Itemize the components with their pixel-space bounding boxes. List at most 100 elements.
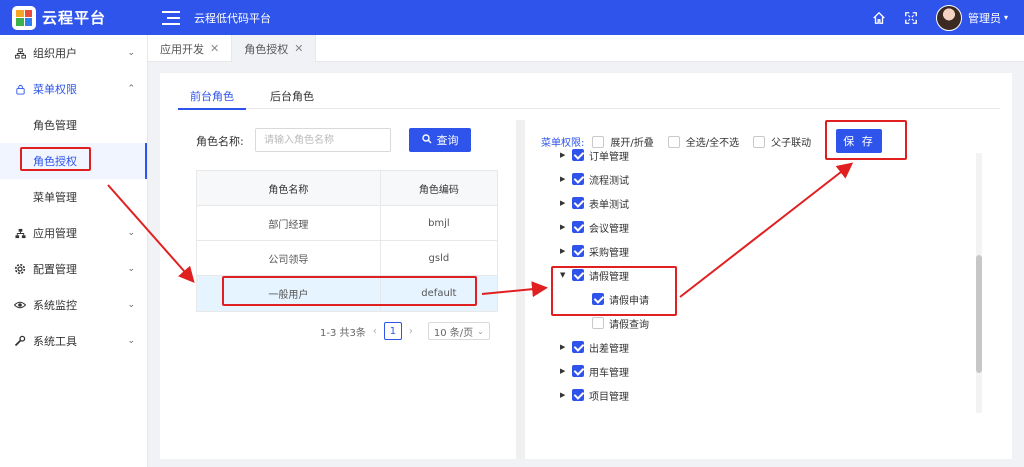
tree-child-node[interactable]: 请假查询 [580, 314, 649, 332]
tree-node[interactable]: ▶ 表单测试 [560, 194, 629, 212]
tree-node[interactable]: ▶ 流程测试 [560, 170, 629, 188]
annotation-box-selected-row [222, 276, 477, 306]
search-button[interactable]: 查询 [409, 128, 471, 152]
annotation-box-save [825, 120, 907, 160]
fullscreen-icon[interactable] [904, 11, 918, 25]
pagination-summary: 1-3 共3条 [320, 327, 366, 339]
search-icon [421, 133, 432, 147]
tab-app-development[interactable]: 应用开发 ✕ [148, 35, 233, 62]
chevron-down-icon: ⌄ [127, 300, 135, 310]
wrench-icon [14, 335, 26, 347]
annotation-box-sidebar [20, 147, 91, 171]
chevron-right-icon[interactable]: › [409, 326, 413, 337]
brand-name: 云程平台 [42, 9, 107, 27]
app-icon [14, 227, 26, 239]
caret-right-icon[interactable]: ▶ [560, 175, 570, 183]
sidebar-item-label: 应用管理 [33, 227, 77, 240]
sidebar-item-config-management[interactable]: 配置管理 ⌄ [0, 251, 147, 287]
caret-right-icon[interactable]: ▶ [560, 343, 570, 351]
sidebar-item-menu-permission[interactable]: 菜单权限 ⌃ [0, 71, 147, 107]
sidebar-subitem-label: 角色管理 [33, 119, 77, 132]
sidebar: 组织用户 ⌄ 菜单权限 ⌃ 角色管理 角色授权 菜单管理 应用管理 ⌄ 配置管理… [0, 35, 148, 467]
tree-node-checkbox[interactable] [592, 317, 604, 329]
user-name[interactable]: 管理员 [968, 10, 1001, 26]
tree-node-label: 项目管理 [589, 391, 629, 403]
close-icon[interactable]: ✕ [210, 42, 219, 55]
tree-node-label: 订单管理 [589, 151, 629, 163]
menu-toggle-icon[interactable] [162, 10, 180, 25]
panel-divider[interactable] [516, 120, 525, 459]
sidebar-item-label: 系统工具 [33, 335, 77, 348]
sidebar-item-app-management[interactable]: 应用管理 ⌄ [0, 215, 147, 251]
tree-node[interactable]: ▶ 出差管理 [560, 338, 629, 356]
tree-node[interactable]: ▶ 项目管理 [560, 386, 629, 404]
tree-scrollbar-thumb[interactable] [976, 255, 982, 373]
chevron-up-icon: ⌃ [127, 84, 135, 94]
avatar[interactable] [935, 4, 962, 31]
lock-icon [14, 83, 26, 95]
tree-node-checkbox[interactable] [572, 365, 584, 377]
chevron-down-icon: ⌄ [127, 264, 135, 274]
role-name-input[interactable] [255, 128, 391, 152]
page-size-select[interactable]: 10 条/页 ⌄ [427, 322, 490, 340]
role-type-tabs: 前台角色 后台角色 [178, 83, 1000, 110]
tree-node-checkbox[interactable] [572, 389, 584, 401]
role-name-label: 角色名称: [196, 135, 244, 148]
caret-down-icon[interactable]: ▾ [1004, 13, 1008, 22]
sidebar-item-label: 组织用户 [33, 47, 77, 60]
tree-node-checkbox[interactable] [572, 197, 584, 209]
chevron-down-icon: ⌄ [127, 48, 135, 58]
tab-front-roles[interactable]: 前台角色 [178, 83, 246, 110]
caret-right-icon[interactable]: ▶ [560, 391, 570, 399]
sidebar-item-label: 配置管理 [33, 263, 77, 276]
chevron-down-icon: ⌄ [477, 326, 484, 336]
sidebar-item-menu-management[interactable]: 菜单管理 [0, 179, 147, 215]
caret-right-icon[interactable]: ▶ [560, 151, 570, 159]
role-name-cell: 部门经理 [197, 206, 381, 240]
tree-node-label: 采购管理 [589, 247, 629, 259]
tree-node-label: 表单测试 [589, 199, 629, 211]
table-row[interactable]: 部门经理 bmjl [197, 206, 497, 241]
tab-label: 应用开发 [160, 42, 204, 56]
eye-icon [14, 299, 26, 311]
sidebar-item-system-tools[interactable]: 系统工具 ⌄ [0, 323, 147, 359]
tab-label: 角色授权 [244, 42, 289, 56]
tree-node-checkbox[interactable] [572, 245, 584, 257]
tree-node-checkbox[interactable] [572, 341, 584, 353]
tree-node[interactable]: ▶ 用车管理 [560, 362, 629, 380]
tree-node[interactable]: ▶ 会议管理 [560, 218, 629, 236]
home-icon[interactable] [872, 11, 886, 25]
sidebar-item-org-users[interactable]: 组织用户 ⌄ [0, 35, 147, 71]
column-header-role-code: 角色编码 [418, 184, 459, 196]
tab-role-authorization[interactable]: 角色授权 ✕ [232, 35, 317, 62]
tree-node[interactable]: ▶ 采购管理 [560, 242, 629, 260]
tab-back-roles[interactable]: 后台角色 [258, 83, 326, 109]
tree-node[interactable]: ▶ 订单管理 [560, 146, 629, 164]
sidebar-item-role-management[interactable]: 角色管理 [0, 107, 147, 143]
caret-right-icon[interactable]: ▶ [560, 247, 570, 255]
tree-node-checkbox[interactable] [572, 173, 584, 185]
role-name-cell: 公司领导 [197, 241, 381, 275]
sidebar-item-label: 系统监控 [33, 299, 77, 312]
tree-node-label: 请假查询 [609, 319, 649, 331]
tree-node-label: 用车管理 [589, 367, 629, 379]
search-button-label: 查询 [436, 134, 459, 147]
tree-node-label: 会议管理 [589, 223, 629, 235]
caret-right-icon[interactable]: ▶ [560, 367, 570, 375]
tree-node-checkbox[interactable] [572, 149, 584, 161]
caret-right-icon[interactable]: ▶ [560, 199, 570, 207]
caret-right-icon[interactable]: ▶ [560, 223, 570, 231]
tree-node-checkbox[interactable] [572, 221, 584, 233]
sidebar-item-label: 菜单权限 [33, 83, 77, 96]
sidebar-item-system-monitor[interactable]: 系统监控 ⌄ [0, 287, 147, 323]
org-icon [14, 47, 26, 59]
table-row[interactable]: 公司领导 gsld [197, 241, 497, 276]
sidebar-subitem-label: 菜单管理 [33, 191, 77, 204]
chevron-left-icon[interactable]: ‹ [373, 326, 377, 337]
platform-title: 云程低代码平台 [194, 11, 271, 25]
tree-node-label: 流程测试 [589, 175, 629, 187]
page-number-button[interactable]: 1 [383, 322, 402, 340]
page-tabs: 应用开发 ✕ 角色授权 ✕ [148, 35, 1024, 62]
close-icon[interactable]: ✕ [294, 42, 303, 55]
brand[interactable]: 云程平台 [0, 0, 148, 35]
